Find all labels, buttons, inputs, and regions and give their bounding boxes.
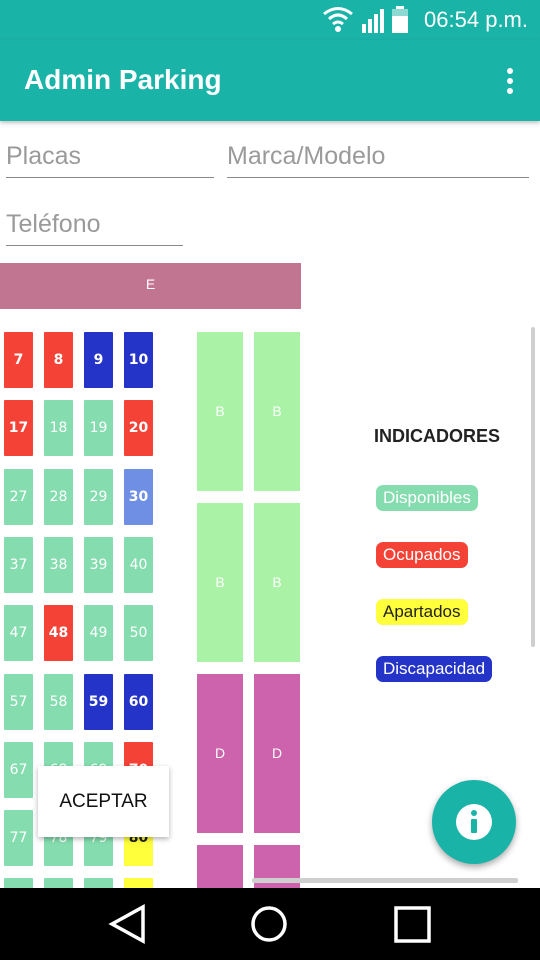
status-bar: 06:54 p.m.	[0, 0, 540, 40]
info-fab-button[interactable]	[432, 780, 516, 864]
parking-spot[interactable]: 28	[44, 469, 73, 525]
parking-block[interactable]: B	[254, 503, 300, 662]
telefono-placeholder: Teléfono	[6, 210, 101, 238]
marca-modelo-placeholder: Marca/Modelo	[227, 142, 386, 170]
parking-spot[interactable]: 10	[124, 332, 153, 388]
parking-block[interactable]	[197, 845, 243, 888]
back-icon[interactable]	[108, 904, 145, 944]
parking-block[interactable]: B	[254, 332, 300, 491]
parking-spot[interactable]: 48	[44, 605, 73, 661]
parking-spot[interactable]: 40	[124, 537, 153, 593]
parking-spot[interactable]: 8	[44, 332, 73, 388]
placas-field[interactable]: Placas	[6, 133, 214, 178]
parking-spot[interactable]: 27	[4, 469, 33, 525]
status-icons	[323, 6, 408, 33]
app-bar: Admin Parking	[0, 40, 540, 121]
indicator-chip: Discapacidad	[376, 656, 493, 682]
parking-spot[interactable]: 30	[124, 469, 153, 525]
status-time: 06:54 p.m.	[424, 7, 528, 32]
parking-block[interactable]: B	[197, 503, 243, 662]
placas-placeholder: Placas	[6, 142, 82, 170]
parking-spot[interactable]: 17	[4, 400, 33, 456]
parking-spot[interactable]: 29	[84, 469, 113, 525]
parking-spot[interactable]: 37	[4, 537, 33, 593]
home-icon[interactable]	[251, 906, 287, 942]
parking-spot[interactable]: 67	[4, 742, 33, 798]
parking-spot[interactable]: 58	[44, 674, 73, 730]
indicator-chip: Disponibles	[376, 485, 478, 511]
horizontal-scrollbar[interactable]	[252, 878, 518, 883]
signal-icon	[362, 9, 384, 33]
marca-modelo-field[interactable]: Marca/Modelo	[227, 133, 529, 178]
vertical-scrollbar[interactable]	[531, 327, 535, 647]
parking-spot[interactable]: 57	[4, 674, 33, 730]
parking-spot[interactable]: 49	[84, 605, 113, 661]
recents-icon[interactable]	[394, 906, 431, 943]
battery-icon	[392, 6, 408, 33]
parking-block[interactable]: D	[197, 674, 243, 833]
indicator-chip: Apartados	[376, 599, 468, 625]
accept-button[interactable]: ACEPTAR	[38, 766, 169, 837]
parking-spot[interactable]: 20	[124, 400, 153, 456]
wifi-icon	[323, 7, 353, 32]
parking-block[interactable]: B	[197, 332, 243, 491]
parking-spot[interactable]: 7	[4, 332, 33, 388]
telefono-field[interactable]: Teléfono	[6, 201, 183, 246]
parking-block[interactable]: D	[254, 674, 300, 833]
indicators-title: INDICADORES	[374, 426, 501, 446]
parking-spot[interactable]: 39	[84, 537, 113, 593]
info-icon	[456, 804, 492, 840]
parking-spot[interactable]: 60	[124, 674, 153, 730]
parking-spot[interactable]: 38	[44, 537, 73, 593]
parking-spot[interactable]: 19	[84, 400, 113, 456]
indicator-chip: Ocupados	[376, 542, 468, 568]
overflow-menu-icon[interactable]	[504, 66, 516, 96]
navigation-bar	[0, 888, 540, 960]
parking-spot[interactable]: 77	[4, 810, 33, 866]
parking-spot[interactable]: 9	[84, 332, 113, 388]
parking-spot[interactable]: 18	[44, 400, 73, 456]
app-title: Admin Parking	[24, 64, 222, 95]
section-header: E	[0, 263, 301, 309]
parking-spot[interactable]: 47	[4, 605, 33, 661]
parking-spot[interactable]: 50	[124, 605, 153, 661]
parking-spot[interactable]: 59	[84, 674, 113, 730]
